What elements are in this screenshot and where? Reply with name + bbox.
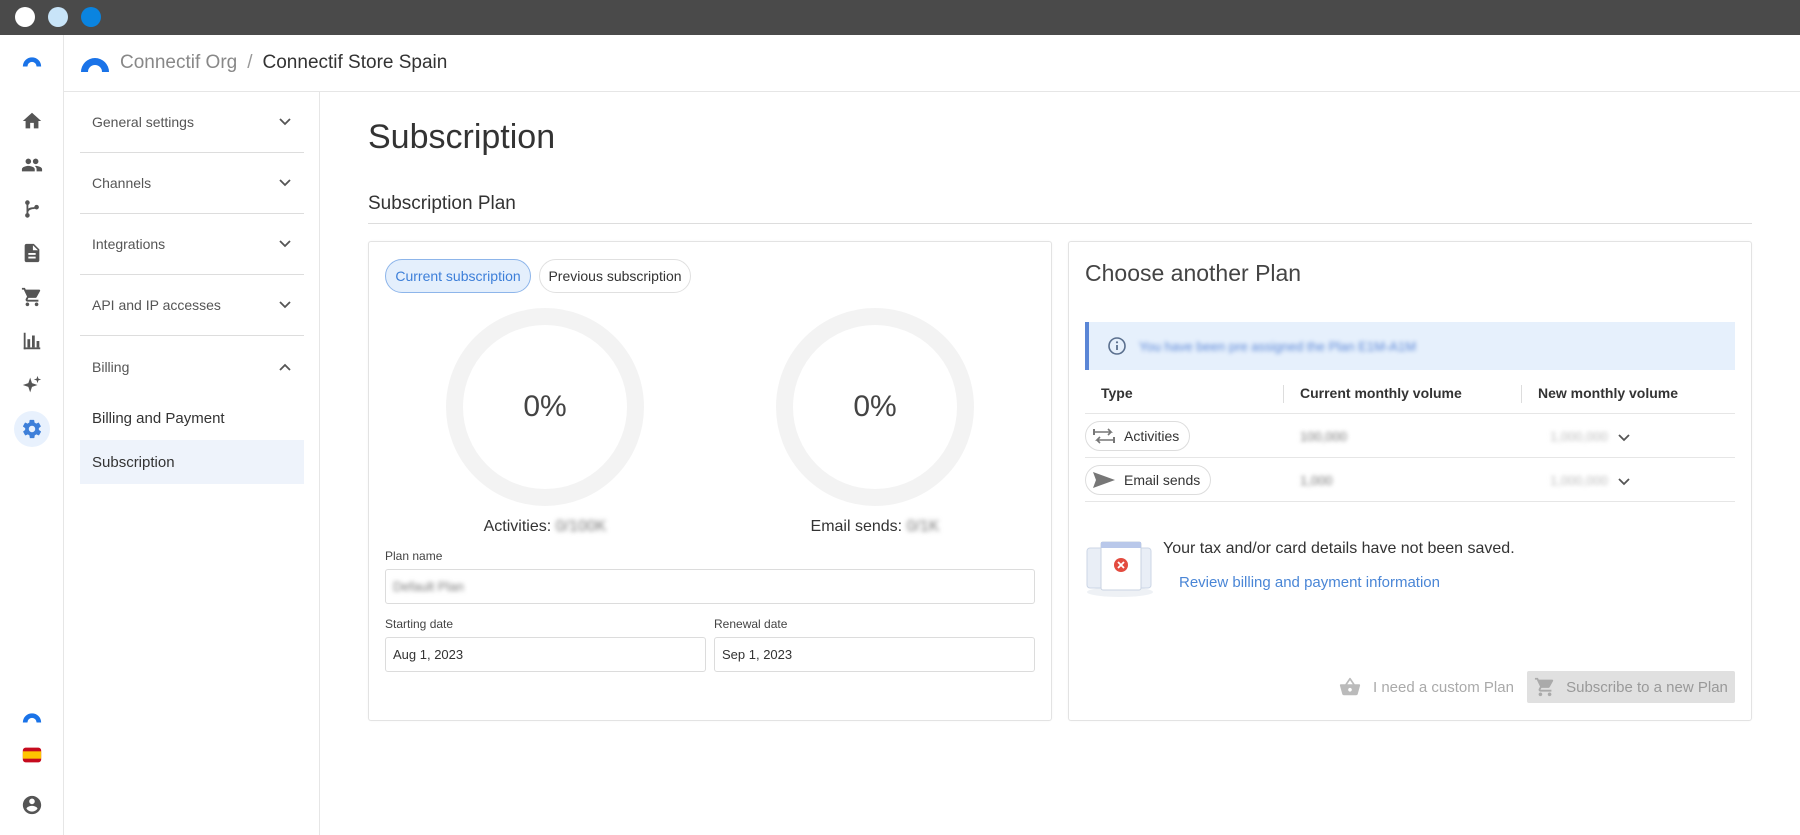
info-banner-text: You have been pre assigned the Plan E1M-…: [1139, 338, 1417, 354]
icon-rail: [0, 35, 64, 835]
cart-icon: [1535, 677, 1554, 697]
menu-group-channels[interactable]: Channels: [80, 153, 304, 214]
breadcrumb-org[interactable]: Connectif Org: [120, 52, 237, 74]
menu-group-label: Integrations: [92, 236, 166, 252]
column-header-type: Type: [1101, 385, 1133, 401]
card-warning-icon: [1086, 541, 1153, 597]
menu-item-billing-payment[interactable]: Billing and Payment: [80, 396, 304, 440]
info-banner: You have been pre assigned the Plan E1M-…: [1085, 322, 1735, 370]
window-titlebar: [0, 0, 1800, 35]
column-header-current: Current monthly volume: [1300, 385, 1462, 401]
logo-icon[interactable]: [16, 45, 48, 77]
plan-name-field[interactable]: Default Plan: [385, 569, 1035, 604]
arrows-icon: [1093, 428, 1115, 444]
new-volume-email-sends[interactable]: 1,000,000: [1550, 473, 1608, 488]
chevron-down-icon: [279, 179, 291, 187]
activities-gauge-label: Activities: 0/100K: [415, 518, 675, 536]
chevron-up-icon: [279, 363, 291, 371]
menu-group-general-settings[interactable]: General settings: [80, 92, 304, 153]
cart-icon[interactable]: [16, 281, 48, 313]
review-billing-link[interactable]: Review billing and payment information: [1179, 574, 1440, 591]
type-chip-label: Email sends: [1124, 472, 1201, 488]
column-header-new: New monthly volume: [1538, 385, 1679, 401]
email-sends-gauge-label: Email sends: 0/1K: [745, 518, 1005, 536]
choose-plan-card: Choose another Plan You have been pre as…: [1068, 241, 1752, 721]
gauge-value: 0/100K: [555, 518, 607, 535]
chevron-down-icon: [279, 240, 291, 248]
send-icon: [1093, 472, 1115, 488]
email-sends-gauge: 0%: [776, 308, 974, 506]
chevron-down-icon[interactable]: [1617, 431, 1631, 445]
renewal-date-label: Renewal date: [714, 617, 788, 631]
type-chip-activities: Activities: [1085, 421, 1191, 451]
window-minimize-button[interactable]: [48, 7, 68, 27]
menu-group-label: Channels: [92, 175, 152, 191]
warning-text: Your tax and/or card details have not be…: [1163, 540, 1515, 557]
settings-menu: General settings Channels Integrations A…: [64, 92, 320, 835]
type-chip-email-sends: Email sends: [1085, 465, 1212, 495]
renewal-date-field[interactable]: Sep 1, 2023: [714, 637, 1035, 672]
menu-item-subscription[interactable]: Subscription: [80, 440, 304, 484]
plan-name-value: Default Plan: [393, 579, 464, 594]
menu-group-label: API and IP accesses: [92, 297, 221, 313]
section-divider: [368, 223, 1752, 224]
sparkle-icon[interactable]: [16, 369, 48, 401]
window-close-button[interactable]: [15, 7, 35, 27]
people-icon[interactable]: [16, 149, 48, 181]
chevron-down-icon: [279, 301, 291, 309]
starting-date-field[interactable]: Aug 1, 2023: [385, 637, 706, 672]
gauge-label-text: Email sends:: [810, 518, 903, 535]
gauge-value: 0/1K: [906, 518, 940, 535]
current-subscription-card: Current subscription Previous subscripti…: [368, 241, 1052, 721]
breadcrumb-separator: /: [247, 52, 253, 73]
top-header: Connectif Org / Connectif Store Spain: [64, 35, 1800, 92]
menu-group-label: General settings: [92, 114, 194, 130]
table-row-divider: [1085, 501, 1735, 502]
home-icon[interactable]: [16, 105, 48, 137]
spain-flag-icon[interactable]: [16, 739, 48, 771]
tab-current-subscription[interactable]: Current subscription: [385, 259, 531, 293]
subscribe-new-plan-button[interactable]: Subscribe to a new Plan: [1527, 671, 1735, 703]
workflow-icon[interactable]: [16, 193, 48, 225]
table-row-divider: [1085, 457, 1735, 458]
table-row-divider: [1085, 413, 1735, 414]
plan-name-label: Plan name: [385, 549, 443, 563]
gear-icon[interactable]: [14, 411, 50, 447]
page-title: Subscription: [368, 118, 556, 156]
gauge-label-text: Activities:: [483, 518, 552, 535]
logo-icon[interactable]: [16, 701, 48, 733]
choose-plan-title: Choose another Plan: [1085, 260, 1302, 286]
menu-group-api-ip[interactable]: API and IP accesses: [80, 275, 304, 336]
new-volume-activities[interactable]: 1,000,000: [1550, 429, 1608, 444]
basket-icon: [1339, 677, 1361, 696]
info-icon: [1108, 337, 1126, 355]
chart-icon[interactable]: [16, 325, 48, 357]
menu-group-billing[interactable]: Billing: [80, 336, 304, 397]
chevron-down-icon: [279, 118, 291, 126]
breadcrumb-store[interactable]: Connectif Store Spain: [263, 52, 448, 74]
type-chip-label: Activities: [1124, 428, 1180, 444]
subscribe-label: Subscribe to a new Plan: [1566, 678, 1728, 696]
starting-date-label: Starting date: [385, 617, 454, 631]
current-volume-activities: 100,000: [1300, 429, 1347, 444]
activities-gauge: 0%: [446, 308, 644, 506]
document-icon[interactable]: [16, 237, 48, 269]
custom-plan-label: I need a custom Plan: [1373, 678, 1514, 696]
column-divider: [1521, 385, 1522, 403]
tab-previous-subscription[interactable]: Previous subscription: [539, 259, 691, 293]
window-maximize-button[interactable]: [81, 7, 101, 27]
current-volume-email-sends: 1,000: [1300, 473, 1333, 488]
section-title: Subscription Plan: [368, 193, 516, 214]
account-icon[interactable]: [16, 789, 48, 821]
org-logo-icon: [81, 58, 109, 72]
chevron-down-icon[interactable]: [1617, 475, 1631, 489]
custom-plan-button[interactable]: I need a custom Plan: [1339, 671, 1514, 703]
menu-group-label: Billing: [92, 358, 130, 375]
column-divider: [1283, 385, 1284, 403]
menu-group-integrations[interactable]: Integrations: [80, 214, 304, 275]
